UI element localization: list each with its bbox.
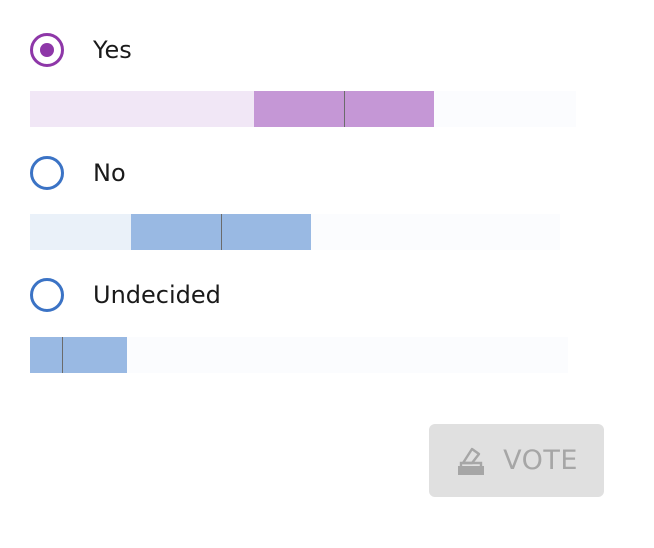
result-bar-light-segment — [30, 91, 254, 127]
result-bar-light-segment — [30, 214, 131, 250]
ballot-box-icon — [455, 445, 487, 477]
result-bar — [30, 91, 576, 127]
radio-button-icon[interactable] — [30, 156, 64, 190]
vote-button-label: VOTE — [503, 445, 578, 476]
result-bar — [30, 214, 560, 250]
radio-dot — [40, 43, 54, 57]
option-label: Yes — [93, 36, 132, 64]
radio-button-selected-icon[interactable] — [30, 33, 64, 67]
result-bar-marker — [62, 337, 64, 373]
radio-button-icon[interactable] — [30, 278, 64, 312]
vote-button[interactable]: VOTE — [429, 424, 604, 497]
option-label: No — [93, 159, 126, 187]
result-bar-marker — [343, 91, 345, 127]
result-bar-range-segment — [30, 337, 127, 373]
option-label: Undecided — [93, 281, 221, 309]
result-bar-marker — [220, 214, 222, 250]
result-bar — [30, 337, 568, 373]
